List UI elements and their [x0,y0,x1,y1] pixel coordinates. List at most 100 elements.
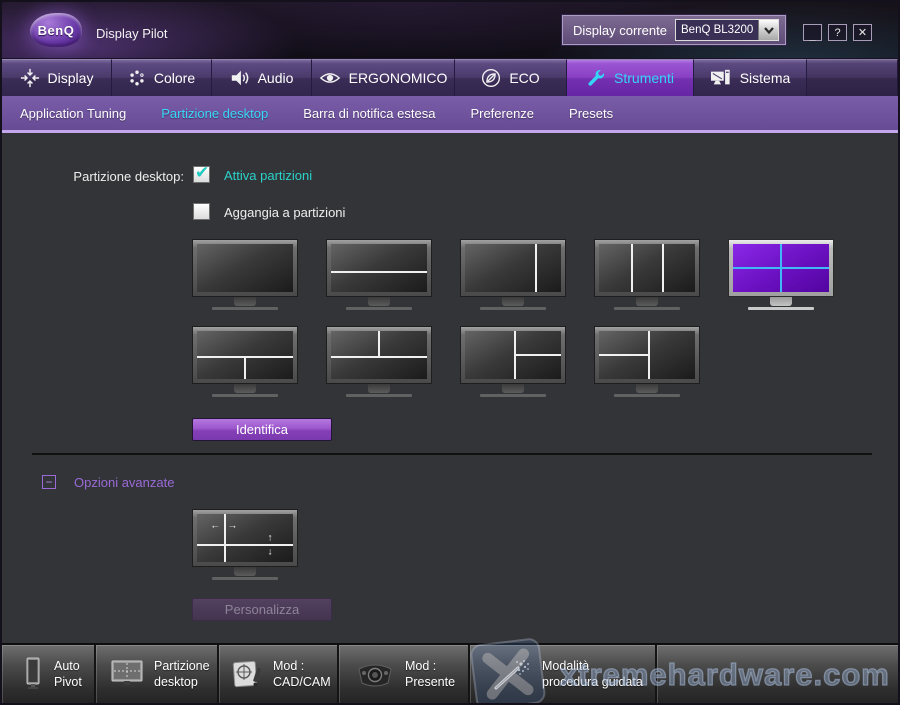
partition-grid-row-2 [192,326,700,397]
partition-thumbnail-three-columns[interactable] [594,239,700,310]
toolbar-label: Modalità procedura guidata [542,658,643,689]
monitor-stand [234,384,256,393]
monitor-stand [502,384,524,393]
toolbar-item-mod-cadcam[interactable]: Mod : CAD/CAM [219,645,339,703]
monitor-bezel: ← → ↑ ↓ [192,509,298,567]
partition-thumbnail-quad-grid[interactable] [728,239,834,310]
monitor-screen [197,244,293,292]
dropdown-arrow-button[interactable] [758,20,778,40]
toolbar-item-mod-presente[interactable]: Mod : Presente [339,645,470,703]
monitor-screen [733,244,829,292]
partition-thumbnail-top-split-bottom-full[interactable] [326,326,432,397]
monitor-stand [234,297,256,306]
partition-divider-line [223,514,226,562]
toolbar-filler [657,645,898,703]
monitor-base [346,394,412,397]
left-arrow-icon: ← [210,520,221,532]
monitor-bezel [460,326,566,384]
toolbar-item-auto-pivot[interactable]: Auto Pivot [2,645,96,703]
tab-colore[interactable]: Colore [112,59,212,96]
monitor-screen [599,244,695,292]
tab-label: Display [47,70,94,86]
enable-partitions-checkbox[interactable]: ✔ [193,163,210,183]
subtab-presets[interactable]: Presets [569,106,613,121]
monitor-bezel [728,239,834,297]
monitor-base [614,394,680,397]
toolbar-item-partizione-desktop[interactable]: Partizione desktop [96,645,219,703]
partition-divider-line [662,244,665,292]
advanced-options-label: Opzioni avanzate [74,475,175,490]
toolbar-label: Partizione desktop [154,658,210,689]
minimize-button[interactable]: _ [803,24,822,42]
chevron-down-icon [763,26,774,34]
monitor-stand [770,297,792,306]
subtab-preferenze[interactable]: Preferenze [470,106,534,121]
monitor-bezel [326,239,432,297]
help-button[interactable]: ? [828,24,847,41]
tab-ergonomico[interactable]: ERGONOMICO [312,59,455,96]
custom-partition-slot: ← → ↑ ↓ [192,509,298,580]
partition-divider-line [378,331,380,358]
projector-icon [358,664,392,687]
close-icon: ✕ [857,27,868,39]
wrench-icon [588,70,605,86]
up-arrow-icon: ↑ [267,532,273,544]
partition-thumbnail-left-split-right-full[interactable] [594,326,700,397]
display-select[interactable]: BenQ BL3200 [675,19,779,41]
monitor-screen [331,244,427,292]
display-current-panel: Display corrente BenQ BL3200 [562,15,786,45]
section-divider [32,453,872,455]
partition-thumbnail-top-full-bottom-split[interactable] [192,326,298,397]
content-area: Partizione desktop: ✔ Attiva partizioni … [2,133,898,643]
bottom-toolbar: Auto Pivot Partizione desktop Mod: CAD/… [2,638,898,703]
monitor-stand [502,297,524,306]
tab-eco[interactable]: ECO [455,59,567,96]
partition-thumbnail-horizontal-split[interactable] [326,239,432,310]
partition-thumbnail-left-full-right-split[interactable] [460,326,566,397]
toolbar-item-modalita-guidata[interactable]: Modalità procedura guidata [470,645,657,703]
monitor-bezel [594,326,700,384]
display-pilot-window: BenQ Display Pilot Display corrente BenQ… [0,0,900,705]
enable-partitions-label[interactable]: Attiva partizioni [224,168,312,183]
advanced-options-toggle[interactable]: − [42,475,56,489]
tabbar-filler [807,59,898,96]
subtab-partizione-desktop[interactable]: Partizione desktop [161,106,268,121]
monitor-stand [368,297,390,306]
display-current-label: Display corrente [573,23,667,38]
monitor-base [346,307,412,310]
customize-button[interactable]: Personalizza [192,598,332,621]
down-arrow-icon: ↓ [267,546,273,558]
tab-label: Audio [257,70,294,86]
display-compress-icon [20,68,39,88]
snap-partitions-checkbox[interactable] [193,203,210,220]
tab-display[interactable]: Display [2,59,112,96]
checkmark-icon: ✔ [195,163,210,182]
monitor-screen [331,331,427,379]
tab-sistema[interactable]: Sistema [694,59,807,96]
partition-thumbnail-custom-adjustable[interactable]: ← → ↑ ↓ [192,509,298,580]
partition-desktop-label: Partizione desktop: [73,169,184,184]
sub-tabbar: Application Tuning Partizione desktop Ba… [2,96,898,133]
monitor-base [480,307,546,310]
close-button[interactable]: ✕ [853,24,872,41]
monitor-base [480,394,546,397]
speaker-icon [231,70,248,86]
tab-label: ERGONOMICO [348,70,448,86]
tab-audio[interactable]: Audio [212,59,312,96]
tab-strumenti[interactable]: Strumenti [567,59,694,96]
identify-button[interactable]: Identifica [192,418,332,441]
benq-logo-text: BenQ [37,22,75,38]
monitor-base [614,307,680,310]
monitor-bezel [326,326,432,384]
partition-thumbnail-full-screen[interactable] [192,239,298,310]
subtab-barra-notifica[interactable]: Barra di notifica estesa [303,106,435,121]
snap-partitions-label[interactable]: Aggangia a partizioni [224,205,345,220]
partition-thumbnail-vertical-split-right[interactable] [460,239,566,310]
partition-divider-line [244,357,246,379]
monitor-base [212,394,278,397]
color-dots-icon [130,70,144,86]
eye-icon [319,73,340,83]
subtab-application-tuning[interactable]: Application Tuning [20,106,126,121]
minus-icon: − [45,475,53,489]
tab-label: Sistema [739,70,791,86]
